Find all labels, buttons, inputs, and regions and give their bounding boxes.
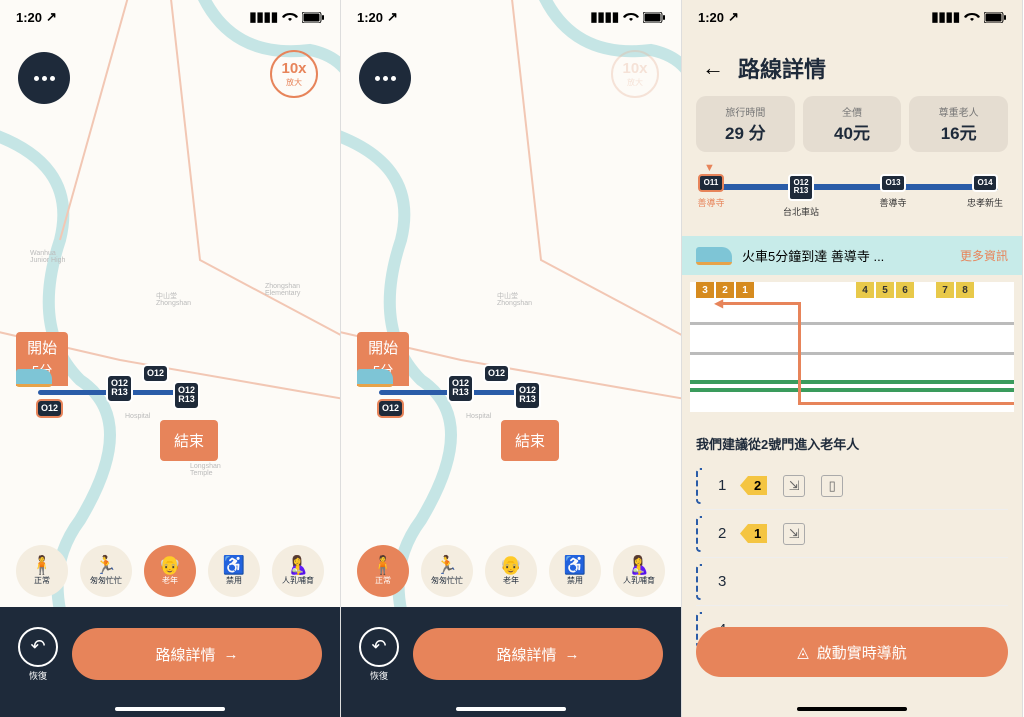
status-time: 1:20 [16, 10, 42, 25]
bottom-bar: ↶ 恢復 路線詳情 → [341, 607, 681, 717]
station-badge[interactable]: O12R13 [447, 374, 474, 403]
route-stop[interactable]: O11 善導寺 [698, 174, 724, 209]
page-title: 路線詳情 [738, 52, 826, 84]
stats-row: 旅行時間 29 分 全價 40元 尊重老人 16元 [696, 96, 1008, 152]
end-marker[interactable]: 結束 [501, 420, 559, 461]
station-diagram[interactable]: 3 2 1 4 5 6 7 8 ◀ [690, 282, 1014, 412]
arrival-text: 火車5分鐘到達 善導寺 ... [742, 246, 884, 265]
car-segment-icon [696, 564, 702, 600]
mode-selector: 🧍正常 🏃匆匆忙忙 👴老年 ♿禁用 🤱人乳哺育 [341, 545, 681, 597]
bottom-bar: ↶ 恢復 路線詳情 → [0, 607, 340, 717]
door-badge: 2 [748, 476, 767, 495]
car-segment-icon [696, 516, 702, 552]
more-info-link[interactable]: 更多資訊 [960, 247, 1008, 264]
mode-hurry[interactable]: 🏃匆匆忙忙 [421, 545, 473, 597]
escalator-icon: ⇲ [783, 523, 805, 545]
car-row[interactable]: 1 2 ⇲ ▯ [696, 462, 1008, 510]
home-indicator [115, 707, 225, 711]
door-badge: 1 [748, 524, 767, 543]
route-stop[interactable]: O12R13 台北車站 [788, 174, 814, 218]
car-row[interactable]: 3 [696, 558, 1008, 606]
platform-number: 8 [956, 282, 974, 298]
route-stop[interactable]: O13 善導寺 [880, 174, 906, 209]
platform-number: 6 [896, 282, 914, 298]
mode-disabled[interactable]: ♿禁用 [549, 545, 601, 597]
location-icon: ↗ [728, 9, 739, 25]
status-time: 1:20 [698, 10, 724, 25]
undo-icon: ↶ [359, 627, 399, 667]
platform-number: 3 [696, 282, 714, 298]
undo-button[interactable]: ↶ 恢復 [18, 627, 58, 682]
car-segment-icon [696, 468, 702, 504]
status-icons: ▮▮▮▮ [931, 9, 1006, 25]
screen-route-details: 1:20 ↗ ▮▮▮▮ ← 路線詳情 旅行時間 29 分 全價 40元 尊重老人… [682, 0, 1023, 717]
platform-number: 7 [936, 282, 954, 298]
train-icon [16, 369, 52, 387]
mode-hurry[interactable]: 🏃匆匆忙忙 [80, 545, 132, 597]
end-marker[interactable]: 結束 [160, 420, 218, 461]
platform-number: 4 [856, 282, 874, 298]
menu-button[interactable] [359, 52, 411, 104]
mode-elder[interactable]: 👴老年 [144, 545, 196, 597]
header: ← 路線詳情 [682, 40, 1022, 96]
stat-full-fare: 全價 40元 [803, 96, 902, 152]
origin-arrow-icon: ▼ [704, 162, 715, 174]
zoom-indicator[interactable]: 10x 放大 [270, 50, 318, 98]
train-icon [696, 247, 732, 265]
status-icons: ▮▮▮▮ [249, 9, 324, 25]
mode-elder[interactable]: 👴老年 [485, 545, 537, 597]
route-line [706, 184, 998, 190]
station-badge[interactable]: O12 [142, 364, 169, 383]
station-badge[interactable]: O12R13 [514, 381, 541, 410]
stat-travel-time: 旅行時間 29 分 [696, 96, 795, 152]
arrow-right-icon: → [565, 646, 580, 663]
back-button[interactable]: ← [702, 55, 724, 81]
menu-button[interactable] [18, 52, 70, 104]
status-time: 1:20 [357, 10, 383, 25]
home-indicator [456, 707, 566, 711]
train-icon [357, 369, 393, 387]
location-icon: ↗ [387, 9, 398, 25]
zoom-indicator[interactable]: 10x 放大 [611, 50, 659, 98]
home-indicator [797, 707, 907, 711]
stat-elder-fare: 尊重老人 16元 [909, 96, 1008, 152]
mode-normal[interactable]: 🧍正常 [16, 545, 68, 597]
mode-nursing[interactable]: 🤱人乳哺育 [613, 545, 665, 597]
door-advice: 我們建議從2號門進入老年人 [696, 434, 859, 453]
mode-nursing[interactable]: 🤱人乳哺育 [272, 545, 324, 597]
screen-map-normal: 中山堂Zhongshan Hospital 1:20 ↗ ▮▮▮▮ 10x 放大… [341, 0, 682, 717]
status-bar: 1:20 ↗ ▮▮▮▮ [0, 0, 340, 28]
car-row[interactable]: 2 1 ⇲ [696, 510, 1008, 558]
route-strip[interactable]: ▼ O11 善導寺 O12R13 台北車站 O13 善導寺 O14 忠孝新生 [696, 168, 1008, 228]
screen-map-elder: WanhuaJunior High 中山堂Zhongshan Zhongshan… [0, 0, 341, 717]
status-bar: 1:20 ↗ ▮▮▮▮ [682, 0, 1022, 28]
station-badge[interactable]: O12 [483, 364, 510, 383]
station-origin-badge[interactable]: O12 [377, 399, 404, 418]
status-icons: ▮▮▮▮ [590, 9, 665, 25]
platform-number: 1 [736, 282, 754, 298]
mode-normal[interactable]: 🧍正常 [357, 545, 409, 597]
station-origin-badge[interactable]: O12 [36, 399, 63, 418]
arrival-banner[interactable]: 火車5分鐘到達 善導寺 ... 更多資訊 [682, 236, 1022, 275]
station-badge[interactable]: O12R13 [173, 381, 200, 410]
nav-icon: ◬ [797, 643, 809, 661]
escalator-icon: ⇲ [783, 475, 805, 497]
undo-icon: ↶ [18, 627, 58, 667]
start-navigation-button[interactable]: ◬ 啟動實時導航 [696, 627, 1008, 677]
arrow-right-icon: → [224, 646, 239, 663]
car-list: 1 2 ⇲ ▯ 2 1 ⇲ 3 4 [696, 462, 1008, 654]
undo-button[interactable]: ↶ 恢復 [359, 627, 399, 682]
elevator-icon: ▯ [821, 475, 843, 497]
route-details-button[interactable]: 路線詳情 → [413, 628, 663, 680]
station-badge[interactable]: O12R13 [106, 374, 133, 403]
route-details-button[interactable]: 路線詳情 → [72, 628, 322, 680]
status-bar: 1:20 ↗ ▮▮▮▮ [341, 0, 681, 28]
mode-selector: 🧍正常 🏃匆匆忙忙 👴老年 ♿禁用 🤱人乳哺育 [0, 545, 340, 597]
location-icon: ↗ [46, 9, 57, 25]
mode-disabled[interactable]: ♿禁用 [208, 545, 260, 597]
route-stop[interactable]: O14 忠孝新生 [972, 174, 998, 209]
platform-number: 5 [876, 282, 894, 298]
